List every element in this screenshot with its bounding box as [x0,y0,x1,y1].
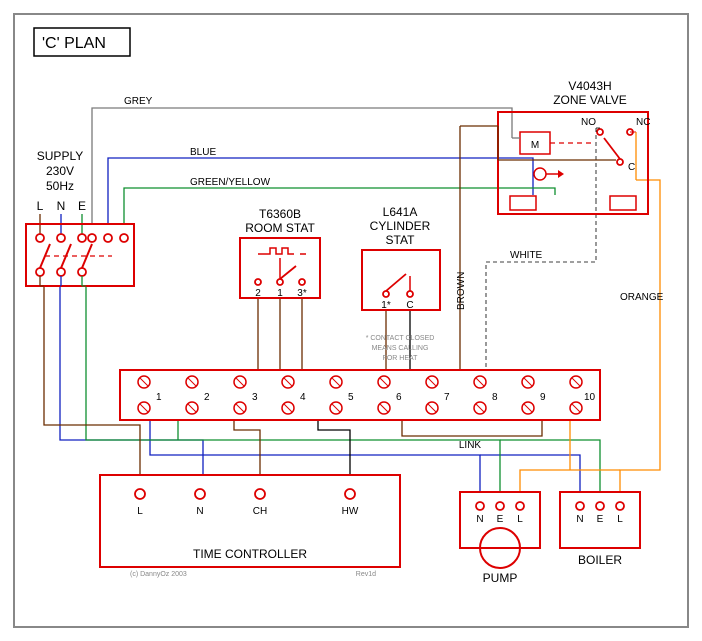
wire-orange-boiler-l [620,180,660,492]
wire-grey [92,108,512,225]
boiler-label: BOILER [578,553,622,567]
supply-label-3: 50Hz [46,179,74,193]
link-label: LINK [459,440,482,451]
tc-hw: HW [342,506,359,517]
room-stat-t3: 3* [297,288,307,299]
title-box: 'C' PLAN [34,28,130,56]
wiring-diagram: 'C' PLAN GREY BLUE GREEN/YELLOW BROWN WH… [0,0,702,641]
blue-label: BLUE [190,147,216,158]
room-stat-t2: 2 [255,288,261,299]
zone-valve-no: NO [581,117,596,128]
wire-blue-top [108,158,533,225]
wire-green-pump-e [86,286,500,492]
term-7: 7 [444,392,450,403]
tc-label: TIME CONTROLLER [193,547,307,561]
cyl-stat-model: L641A [383,205,418,219]
cyl-stat-t1: 1* [381,300,391,311]
room-stat-model: T6360B [259,207,301,221]
term-4: 4 [300,392,306,403]
wire-orange-pump-l [520,470,620,492]
zone-valve-c: C [628,162,635,173]
pump-e: E [497,514,504,525]
supply-label-2: 230V [46,164,74,178]
term-3: 3 [252,392,258,403]
room-stat-label: ROOM STAT [245,221,315,235]
supply-label-1: SUPPLY [37,149,83,163]
cyl-stat-label-1: CYLINDER [370,219,431,233]
tc-ch: CH [253,506,267,517]
white-label: WHITE [510,250,543,261]
cyl-note-3: FOR HEAT [383,355,419,362]
supply-n: N [57,199,66,213]
supply-switch-box [26,224,134,286]
grey-label: GREY [124,96,153,107]
term-9: 9 [540,392,546,403]
tc-n: N [196,506,203,517]
term-1: 1 [156,392,162,403]
wire-white [486,200,596,370]
green-yellow-label: GREEN/YELLOW [190,177,271,188]
room-stat: T6360B ROOM STAT 2 1 3* [240,207,320,299]
pump-n: N [476,514,483,525]
wire-hw [318,420,350,475]
revision: Rev1d [356,571,376,578]
wire-green-boiler-e [500,440,600,492]
wire-blue-supply-n [60,286,203,475]
wire-blue-boiler-n [480,455,580,492]
supply-l: L [37,199,44,213]
wire-brown-supply-l [44,286,140,475]
room-stat-t1: 1 [277,288,283,299]
term-2: 2 [204,392,210,403]
cylinder-stat: L641A CYLINDER STAT 1* C * CONTACT CLOSE… [362,205,440,362]
wire-ch [234,420,260,475]
brown-label: BROWN [456,272,467,310]
supply-e: E [78,199,86,213]
tc-l: L [137,506,143,517]
term-8: 8 [492,392,498,403]
boiler-l: L [617,514,623,525]
pump-l: L [517,514,523,525]
wire-link [402,420,542,436]
cyl-stat-label-2: STAT [386,233,416,247]
boiler-e: E [597,514,604,525]
pump: N E L PUMP [460,492,540,585]
zone-valve-m: M [531,140,539,151]
zone-valve-nc: NC [636,117,650,128]
pump-label: PUMP [483,571,518,585]
cyl-stat-tc: C [406,300,413,311]
boiler-n: N [576,514,583,525]
terminal-block: 1 2 3 4 5 6 [120,370,600,451]
cyl-note-2: MEANS CALLING [372,345,429,352]
wire-greenyellow-top [124,188,555,225]
cyl-note-1: * CONTACT CLOSED [366,335,435,342]
term-10: 10 [584,392,596,403]
term-6: 6 [396,392,402,403]
title-text: 'C' PLAN [42,35,106,52]
boiler: N E L BOILER [560,492,640,567]
orange-label: ORANGE [620,292,664,303]
time-controller: L N CH HW TIME CONTROLLER (c) DannyOz 20… [100,475,400,578]
term-5: 5 [348,392,354,403]
zone-valve-label: ZONE VALVE [553,93,627,107]
copyright: (c) DannyOz 2003 [130,571,187,578]
zone-valve-model: V4043H [568,79,611,93]
